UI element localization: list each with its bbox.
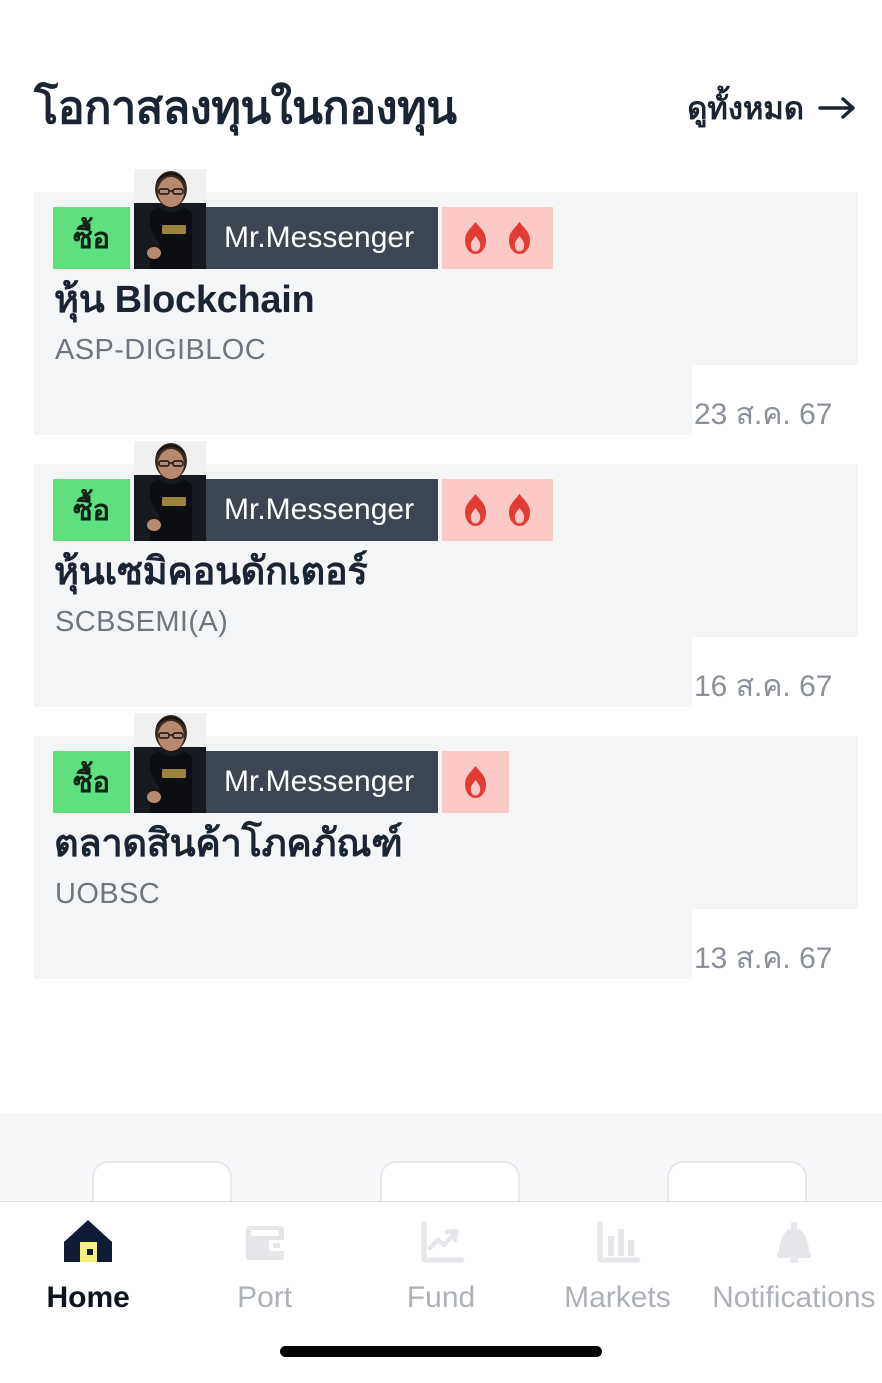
author-name: Mr.Messenger xyxy=(224,765,415,798)
peek-card xyxy=(667,1161,807,1201)
nav-item-fund[interactable]: Fund xyxy=(353,1216,529,1315)
avatar-photo xyxy=(134,713,206,813)
date-area: 23 ส.ค. 67 xyxy=(692,365,882,464)
avatar-photo xyxy=(134,441,206,541)
arrow-right-icon xyxy=(818,94,858,122)
fund-card[interactable]: ซื้อ xyxy=(34,441,882,736)
home-indicator xyxy=(280,1346,602,1357)
trend-chart-icon xyxy=(412,1216,470,1270)
heat-rating-badge xyxy=(442,207,554,269)
fund-card[interactable]: ซื้อ xyxy=(34,169,882,464)
flame-icon xyxy=(504,493,535,527)
fund-date: 23 ส.ค. 67 xyxy=(694,398,833,431)
fund-title: หุ้นเซมิคอนดักเตอร์ xyxy=(54,551,368,593)
heat-rating-badge xyxy=(442,751,510,813)
scroll-peek-area xyxy=(0,1113,882,1201)
page-title: โอกาสลงทุนในกองทุน xyxy=(34,82,457,134)
author-name: Mr.Messenger xyxy=(224,221,415,254)
bar-chart-icon xyxy=(588,1216,646,1270)
author-badge: Mr.Messenger xyxy=(134,169,439,269)
nav-item-notifications[interactable]: Notifications xyxy=(706,1216,882,1315)
date-area: 16 ส.ค. 67 xyxy=(692,637,882,736)
see-all-button[interactable]: ดูทั้งหมด xyxy=(687,83,858,133)
nav-label-fund: Fund xyxy=(406,1281,476,1314)
heat-rating-badge xyxy=(442,479,554,541)
card-badge-row: ซื้อ Mr.Messenger xyxy=(53,441,554,541)
flame-icon xyxy=(460,765,491,799)
fund-opportunity-list: ซื้อ Mr.Messenger หุ้น Blockchain ASP-DI… xyxy=(0,169,882,1008)
nav-label-home: Home xyxy=(46,1281,130,1314)
fund-card[interactable]: ซื้อ xyxy=(34,713,882,1008)
peek-card xyxy=(380,1161,520,1201)
wallet-icon xyxy=(236,1216,294,1270)
bell-icon xyxy=(765,1216,823,1270)
avatar-photo xyxy=(134,169,206,269)
nav-item-markets[interactable]: Markets xyxy=(529,1216,705,1315)
fund-date: 13 ส.ค. 67 xyxy=(694,942,833,975)
nav-label-markets: Markets xyxy=(564,1281,671,1314)
author-badge: Mr.Messenger xyxy=(134,441,439,541)
action-badge: ซื้อ xyxy=(53,751,130,813)
fund-title: หุ้น Blockchain xyxy=(54,279,315,321)
nav-item-port[interactable]: Port xyxy=(176,1216,352,1315)
flame-icon xyxy=(504,221,535,255)
author-name: Mr.Messenger xyxy=(224,493,415,526)
action-badge: ซื้อ xyxy=(53,479,130,541)
nav-label-port: Port xyxy=(237,1281,293,1314)
flame-icon xyxy=(460,221,491,255)
fund-code: UOBSC xyxy=(55,878,161,910)
nav-item-home[interactable]: Home xyxy=(0,1216,176,1315)
card-badge-row: ซื้อ Mr.Messenger xyxy=(53,169,554,269)
author-badge: Mr.Messenger xyxy=(134,713,439,813)
peek-card xyxy=(92,1161,232,1201)
home-icon xyxy=(59,1216,117,1270)
bottom-navigation-bar: Home Port Fund Markets Notifications xyxy=(0,1201,882,1322)
card-badge-row: ซื้อ Mr.Messenger xyxy=(53,713,510,813)
fund-code: ASP-DIGIBLOC xyxy=(55,334,267,366)
action-badge: ซื้อ xyxy=(53,207,130,269)
date-area: 13 ส.ค. 67 xyxy=(692,909,882,1008)
see-all-label: ดูทั้งหมด xyxy=(687,91,804,126)
fund-code: SCBSEMI(A) xyxy=(55,606,229,638)
fund-date: 16 ส.ค. 67 xyxy=(694,670,833,703)
nav-label-notifications: Notifications xyxy=(712,1281,876,1314)
section-header: โอกาสลงทุนในกองทุน ดูทั้งหมด xyxy=(34,72,858,144)
flame-icon xyxy=(460,493,491,527)
fund-title: ตลาดสินค้าโภคภัณฑ์ xyxy=(54,823,403,865)
app-screen: โอกาสลงทุนในกองทุน ดูทั้งหมด ซื้อ Mr.Mes… xyxy=(0,0,882,1383)
